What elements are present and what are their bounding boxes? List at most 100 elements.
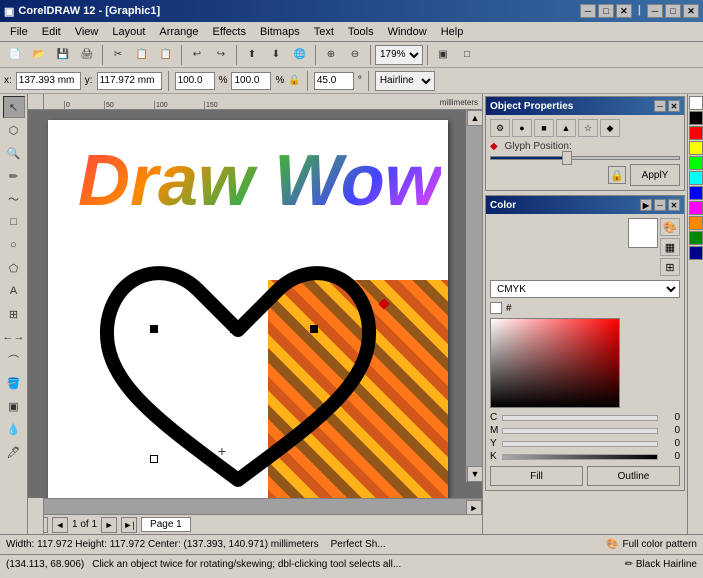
table-tool[interactable]: ⊞	[3, 303, 25, 325]
maximize-button[interactable]: □	[598, 4, 614, 18]
handle-top-right[interactable]	[310, 325, 318, 333]
connector-tool[interactable]: ⌒	[3, 349, 25, 371]
glyph-slider-thumb[interactable]	[562, 151, 572, 165]
smart-fill-tool[interactable]: ▣	[3, 395, 25, 417]
dimension-tool[interactable]: ←→	[3, 326, 25, 348]
menu-view[interactable]: View	[69, 24, 105, 40]
panel-close-button[interactable]: ✕	[668, 100, 680, 112]
child-minimize-button[interactable]: ─	[647, 4, 663, 18]
swatch-white[interactable]	[689, 96, 703, 110]
swatch-black[interactable]	[689, 111, 703, 125]
scroll-down-button[interactable]: ▼	[467, 466, 482, 482]
menu-text[interactable]: Text	[308, 24, 340, 40]
export-button[interactable]: ⬇	[265, 44, 287, 66]
y-input[interactable]	[97, 72, 162, 90]
handle-bottom-left[interactable]	[150, 455, 158, 463]
swatch-cyan[interactable]	[689, 171, 703, 185]
menu-file[interactable]: File	[4, 24, 34, 40]
new-button[interactable]: 📄	[4, 44, 26, 66]
color-panel-close[interactable]: ✕	[668, 199, 680, 211]
save-button[interactable]: 💾	[52, 44, 74, 66]
menu-layout[interactable]: Layout	[106, 24, 151, 40]
panel-minimize-button[interactable]: ─	[654, 100, 666, 112]
handle-top-center[interactable]	[230, 325, 238, 333]
child-maximize-button[interactable]: □	[665, 4, 681, 18]
ellipse-tool[interactable]: ○	[3, 234, 25, 256]
cut-button[interactable]: ✂	[107, 44, 129, 66]
paste-button[interactable]: 📋	[155, 44, 177, 66]
menu-help[interactable]: Help	[435, 24, 470, 40]
next-page-button[interactable]: ►	[101, 517, 117, 533]
zoom-tool[interactable]: 🔍	[3, 142, 25, 164]
fill-button-panel[interactable]: Fill	[490, 466, 583, 486]
child-close-button[interactable]: ✕	[683, 4, 699, 18]
text-tool[interactable]: A	[3, 280, 25, 302]
apply-button[interactable]: ApplY	[630, 164, 680, 186]
color-mode-select[interactable]: CMYK	[490, 280, 680, 298]
prev-page-button[interactable]: ◄	[52, 517, 68, 533]
shape-tool[interactable]: ⬡	[3, 119, 25, 141]
handle-top-left[interactable]	[150, 325, 158, 333]
k-slider[interactable]	[502, 454, 658, 460]
zoom-select[interactable]: 179% 100% 200%	[375, 45, 423, 65]
fill-tool[interactable]: 🪣	[3, 372, 25, 394]
width-input[interactable]	[175, 72, 215, 90]
glyph-slider[interactable]	[490, 156, 680, 160]
prop-tool-5[interactable]: ☆	[578, 119, 598, 137]
scroll-up-button[interactable]: ▲	[467, 110, 482, 126]
rectangle-tool[interactable]: □	[3, 211, 25, 233]
menu-edit[interactable]: Edit	[36, 24, 67, 40]
outline-button-panel[interactable]: Outline	[587, 466, 680, 486]
menu-effects[interactable]: Effects	[207, 24, 252, 40]
scroll-track-h[interactable]	[44, 500, 466, 515]
hairline-select[interactable]: Hairline	[375, 71, 435, 91]
x-input[interactable]	[16, 72, 81, 90]
c-slider[interactable]	[502, 415, 658, 421]
zoom-out-button[interactable]: ⊖	[344, 44, 366, 66]
lock-apply-icon[interactable]: 🔒	[608, 166, 626, 184]
prop-tool-2[interactable]: ●	[512, 119, 532, 137]
fill-button[interactable]: ▣	[432, 44, 454, 66]
menu-arrange[interactable]: Arrange	[153, 24, 204, 40]
menu-bitmaps[interactable]: Bitmaps	[254, 24, 306, 40]
prop-tool-1[interactable]: ⚙	[490, 119, 510, 137]
prop-tool-6[interactable]: ◆	[600, 119, 620, 137]
white-swatch[interactable]	[628, 218, 658, 248]
swatch-dark-green[interactable]	[689, 231, 703, 245]
heart-shape[interactable]: +	[78, 240, 398, 498]
swatch-yellow[interactable]	[689, 141, 703, 155]
print-button[interactable]: 🖨	[76, 44, 98, 66]
swatch-blue[interactable]	[689, 186, 703, 200]
lock-icon[interactable]: 🔒	[288, 75, 300, 86]
menu-tools[interactable]: Tools	[342, 24, 380, 40]
menu-window[interactable]: Window	[382, 24, 433, 40]
hex-checkbox[interactable]	[490, 302, 502, 314]
angle-input[interactable]	[314, 72, 354, 90]
y-slider[interactable]	[502, 441, 658, 447]
outline-button[interactable]: □	[456, 44, 478, 66]
close-button[interactable]: ✕	[616, 4, 632, 18]
swatch-green[interactable]	[689, 156, 703, 170]
redo-button[interactable]: ↪	[210, 44, 232, 66]
eyedropper-tool[interactable]: 💧	[3, 418, 25, 440]
polygon-tool[interactable]: ⬠	[3, 257, 25, 279]
color-tool-swatches[interactable]: ▦	[660, 238, 680, 256]
outline-tool[interactable]: 🖊	[3, 441, 25, 463]
swatch-magenta[interactable]	[689, 201, 703, 215]
color-tool-spectrum[interactable]: 🎨	[660, 218, 680, 236]
color-gradient-area[interactable]	[490, 318, 680, 408]
zoom-in-button[interactable]: ⊕	[320, 44, 342, 66]
color-panel-minimize[interactable]: ─	[654, 199, 666, 211]
copy-button[interactable]: 📋	[131, 44, 153, 66]
open-button[interactable]: 📂	[28, 44, 50, 66]
swatch-red[interactable]	[689, 126, 703, 140]
height-input[interactable]	[231, 72, 271, 90]
select-tool[interactable]: ↖	[3, 96, 25, 118]
freehand-tool[interactable]: ✏	[3, 165, 25, 187]
swatch-orange[interactable]	[689, 216, 703, 230]
last-page-button[interactable]: ►|	[121, 517, 137, 533]
handle-center[interactable]: +	[216, 445, 228, 457]
swatch-dark-blue[interactable]	[689, 246, 703, 260]
undo-button[interactable]: ↩	[186, 44, 208, 66]
m-slider[interactable]	[502, 428, 658, 434]
